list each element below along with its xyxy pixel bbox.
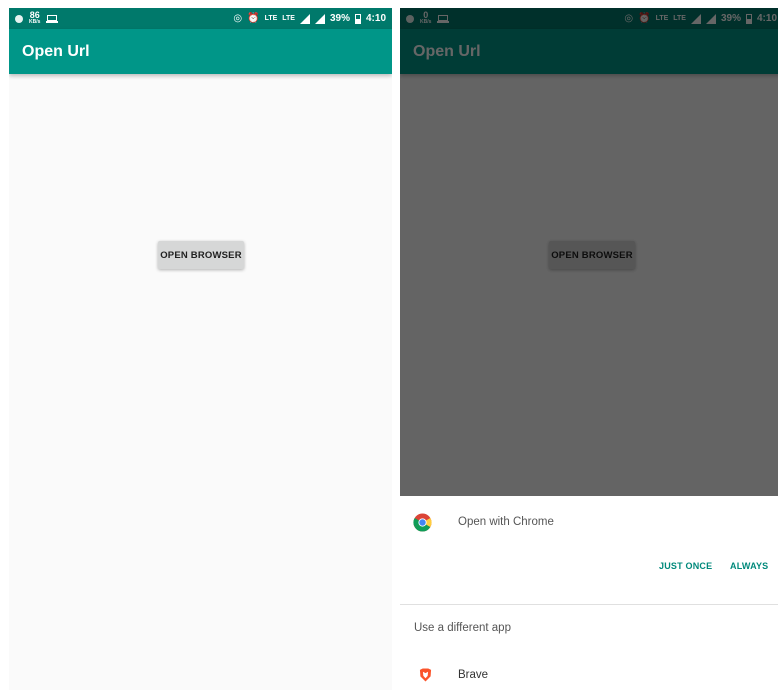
divider (400, 604, 778, 605)
network-speed: 86 KB/s (29, 9, 41, 26)
app-title: Open Url (413, 42, 481, 60)
signal-icon (705, 13, 716, 24)
laptop-icon (437, 14, 450, 23)
hotspot-icon: ◎ (233, 12, 243, 24)
battery-percent: 39% (329, 13, 350, 24)
signal-icon (690, 13, 701, 24)
notification-dot-icon (406, 14, 414, 23)
just-once-button[interactable]: JUST ONCE (659, 561, 712, 571)
lte-icon: LTE (673, 15, 686, 22)
chrome-icon (413, 513, 432, 532)
network-speed-unit: KB/s (29, 18, 41, 25)
app-chooser-sheet: Open with Chrome JUST ONCE ALWAYS Use a … (400, 496, 778, 690)
app-title: Open Url (22, 42, 90, 60)
signal-icon (299, 13, 310, 24)
app-toolbar: Open Url (9, 29, 392, 74)
status-bar: 86 KB/s ◎ ⏰ LTE LTE 39% 4:10 (9, 8, 392, 29)
laptop-icon (46, 14, 59, 23)
open-with-label[interactable]: Open with Chrome (458, 516, 554, 528)
notification-dot-icon (15, 14, 23, 23)
volte-icon: LTE (655, 15, 669, 22)
brave-icon (419, 668, 432, 682)
battery-percent: 39% (720, 13, 741, 24)
battery-icon (354, 13, 361, 24)
alarm-icon: ⏰ (247, 12, 260, 24)
clock: 4:10 (756, 13, 777, 24)
use-different-app-heading: Use a different app (414, 622, 511, 634)
chooser-screen: 0 KB/s ◎ ⏰ LTE LTE 39% 4:10 Open Url OPE… (400, 8, 778, 690)
network-speed-value: 86 (29, 9, 40, 20)
volte-icon: LTE (264, 15, 278, 22)
network-speed-unit: KB/s (420, 18, 432, 25)
network-speed: 0 KB/s (420, 9, 432, 26)
alarm-icon: ⏰ (638, 12, 651, 24)
always-button[interactable]: ALWAYS (730, 561, 768, 571)
status-bar: 0 KB/s ◎ ⏰ LTE LTE 39% 4:10 (400, 8, 778, 29)
app-toolbar: Open Url (400, 29, 778, 74)
app-item-label: Brave (458, 669, 489, 681)
app-item-brave[interactable]: Brave (400, 656, 778, 690)
clock: 4:10 (365, 13, 386, 24)
open-browser-button[interactable]: OPEN BROWSER (158, 241, 244, 269)
network-speed-value: 0 (423, 9, 429, 20)
lte-icon: LTE (282, 15, 295, 22)
signal-icon (314, 13, 325, 24)
open-browser-button: OPEN BROWSER (549, 241, 635, 269)
main-screen: 86 KB/s ◎ ⏰ LTE LTE 39% 4:10 Open Url OP… (9, 8, 392, 690)
hotspot-icon: ◎ (624, 12, 634, 24)
battery-icon (745, 13, 752, 24)
